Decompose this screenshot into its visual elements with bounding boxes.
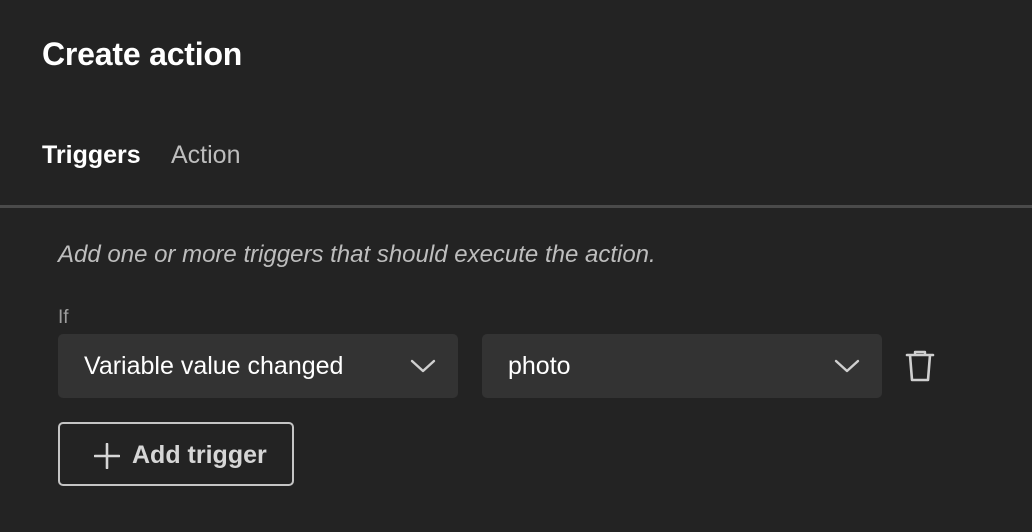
plus-icon xyxy=(94,443,120,469)
chevron-down-icon xyxy=(834,359,860,373)
tab-action[interactable]: Action xyxy=(171,138,240,172)
tab-bar: Triggers Action xyxy=(0,128,1032,208)
trigger-type-value: Variable value changed xyxy=(84,352,344,380)
tab-triggers[interactable]: Triggers xyxy=(42,138,141,172)
add-trigger-label: Add trigger xyxy=(132,441,267,469)
variable-select[interactable]: photo xyxy=(482,334,882,398)
condition-label: If xyxy=(58,307,69,328)
trash-icon[interactable] xyxy=(905,349,935,383)
add-trigger-button[interactable]: Add trigger xyxy=(58,422,294,486)
trigger-type-select[interactable]: Variable value changed xyxy=(58,334,458,398)
chevron-down-icon xyxy=(410,359,436,373)
dialog-title: Create action xyxy=(42,36,243,72)
create-action-dialog: Create action Triggers Action Add one or… xyxy=(0,0,1032,532)
tabs-divider xyxy=(0,205,1032,208)
triggers-hint: Add one or more triggers that should exe… xyxy=(58,241,656,268)
variable-value: photo xyxy=(508,352,571,380)
